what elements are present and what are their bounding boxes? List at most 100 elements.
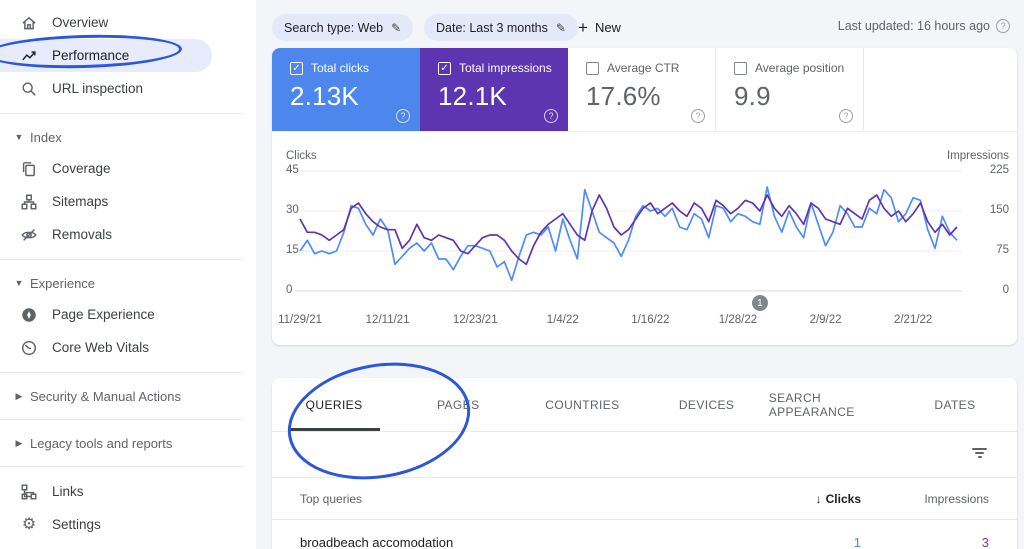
eye-off-icon [20, 226, 38, 244]
sidebar-item-overview[interactable]: Overview [0, 6, 256, 39]
sidebar-item-label: URL inspection [52, 81, 144, 96]
sidebar-item-page-experience[interactable]: Page Experience [0, 298, 256, 331]
column-header-top-queries[interactable]: Top queries [300, 492, 731, 506]
y-left-tick-label: 0 [286, 284, 293, 296]
sidebar-divider [0, 259, 244, 260]
sidebar-divider [0, 466, 244, 467]
x-tick-label: 2/21/22 [893, 314, 933, 326]
help-icon[interactable]: ? [996, 19, 1010, 33]
sidebar-section-security-manual-actions[interactable]: ▶ Security & Manual Actions [0, 381, 256, 411]
metric-label: Total clicks [311, 61, 370, 75]
sidebar-divider [0, 419, 244, 420]
edit-pencil-icon: ✎ [555, 20, 566, 35]
tab-devices[interactable]: DEVICES [645, 378, 769, 431]
left-axis-title: Clicks [286, 150, 317, 162]
sidebar-item-label: Page Experience [52, 307, 155, 322]
sort-descending-icon: ↓ [815, 491, 822, 506]
gear-icon: ⚙ [21, 515, 37, 533]
search-type-chip[interactable]: Search type: Web ✎ [272, 14, 414, 41]
tab-queries[interactable]: QUERIES [272, 378, 396, 431]
tab-search-appearance[interactable]: SEARCH APPEARANCE [769, 378, 893, 431]
sidebar-section-index[interactable]: ▼ Index [0, 122, 256, 152]
series-line-clicks [300, 187, 957, 280]
x-tick-label: 12/11/21 [365, 314, 410, 326]
page-experience-icon [20, 306, 38, 324]
sidebar-item-sitemaps[interactable]: Sitemaps [0, 185, 256, 218]
caret-right-icon: ▶ [15, 390, 23, 401]
filter-row [272, 432, 1017, 478]
clicks-cell: 1 [853, 534, 861, 549]
sidebar-item-label: Sitemaps [52, 194, 109, 209]
metric-total-impressions-tile[interactable]: ✓ Total impressions 12.1K ? [420, 48, 568, 131]
checkbox-icon[interactable]: ✓ [290, 61, 303, 75]
tab-label: COUNTRIES [545, 397, 620, 412]
sidebar-item-url-inspection[interactable]: URL inspection [0, 72, 256, 105]
new-filter-button[interactable]: + New [578, 14, 621, 41]
sidebar-section-legacy-tools[interactable]: ▶ Legacy tools and reports [0, 428, 256, 458]
metric-average-ctr-tile[interactable]: Average CTR 17.6% ? [568, 48, 716, 131]
last-updated-text: Last updated: 16 hours ago ? [838, 19, 1010, 33]
home-icon [20, 14, 38, 32]
y-right-tick-label: 0 [1002, 284, 1009, 296]
query-cell[interactable]: broadbeach accomodation [300, 535, 731, 549]
tab-label: SEARCH APPEARANCE [768, 390, 855, 419]
metric-value: 12.1K [438, 81, 507, 111]
checkbox-icon[interactable] [734, 61, 747, 75]
table-row[interactable]: broadbeach accomodation 1 3 [272, 520, 1017, 549]
series-line-impressions [300, 195, 957, 264]
y-right-tick-label: 225 [989, 164, 1009, 176]
sidebar-section-label: Experience [30, 275, 96, 291]
tab-dates[interactable]: DATES [893, 378, 1017, 431]
x-tick-label: 1/4/22 [546, 314, 579, 326]
x-tick-label: 12/23/21 [452, 314, 498, 326]
sidebar-item-core-web-vitals[interactable]: Core Web Vitals [0, 331, 256, 364]
checkbox-icon[interactable]: ✓ [438, 61, 451, 75]
sidebar-item-label: Settings [52, 517, 101, 532]
table-header: Top queries ↓ Clicks Impressions [272, 478, 1017, 520]
chart-plot[interactable]: 11/29/21 12/11/21 12/23/21 1/4/22 1/16/22 1/2… [278, 166, 962, 326]
speedometer-icon [20, 339, 38, 357]
plus-icon: + [578, 17, 588, 37]
x-tick-label: 1/28/22 [718, 314, 758, 326]
caret-right-icon: ▶ [15, 437, 23, 448]
sidebar-item-links[interactable]: Links [0, 475, 256, 508]
caret-down-icon: ▼ [14, 132, 24, 142]
active-tab-underline [288, 428, 381, 431]
tab-label: PAGES [437, 397, 480, 412]
x-tick-label: 11/29/21 [278, 314, 323, 326]
sidebar-item-label: Coverage [52, 161, 111, 176]
metric-total-clicks-tile[interactable]: ✓ Total clicks 2.13K ? [272, 48, 420, 131]
help-icon[interactable]: ? [691, 109, 705, 123]
topbar: Search type: Web ✎ Date: Last 3 months ✎… [256, 0, 1024, 48]
sidebar-item-performance[interactable]: Performance [0, 39, 212, 72]
sidebar-item-coverage[interactable]: Coverage [0, 152, 256, 185]
sidebar-item-label: Performance [52, 48, 130, 63]
sidebar-section-label: Legacy tools and reports [30, 435, 173, 451]
column-header-clicks[interactable]: ↓ Clicks [731, 492, 861, 506]
help-icon[interactable]: ? [839, 109, 853, 123]
sidebar-item-removals[interactable]: Removals [0, 218, 256, 251]
tab-pages[interactable]: PAGES [396, 378, 520, 431]
chart-svg [295, 166, 962, 296]
sidebar-item-settings[interactable]: ⚙ Settings [0, 508, 256, 541]
help-icon[interactable]: ? [544, 109, 558, 123]
tabs-row: QUERIES PAGES COUNTRIES DEVICES SEARCH A… [272, 378, 1017, 432]
metric-label: Total impressions [459, 61, 552, 75]
checkbox-icon[interactable] [586, 61, 599, 75]
sidebar-item-label: Core Web Vitals [52, 340, 150, 355]
tab-countries[interactable]: COUNTRIES [520, 378, 644, 431]
metric-label: Average CTR [607, 61, 680, 75]
help-icon[interactable]: ? [396, 109, 410, 123]
column-header-clicks-label: Clicks [825, 491, 861, 506]
sidebar-section-label: Security & Manual Actions [30, 388, 182, 404]
metric-average-position-tile[interactable]: Average position 9.9 ? [716, 48, 864, 131]
sidebar-section-experience[interactable]: ▼ Experience [0, 268, 256, 298]
links-icon [20, 483, 38, 501]
impressions-cell: 3 [981, 534, 989, 549]
filter-icon[interactable] [972, 448, 987, 460]
column-header-impressions[interactable]: Impressions [861, 492, 989, 506]
date-filter-chip[interactable]: Date: Last 3 months ✎ [424, 14, 578, 41]
tile-header: ✓ Total clicks [290, 61, 420, 75]
metric-tiles: ✓ Total clicks 2.13K ? ✓ Total impressio… [272, 48, 1017, 132]
timeline-annotation-marker[interactable]: 1 [751, 295, 768, 311]
